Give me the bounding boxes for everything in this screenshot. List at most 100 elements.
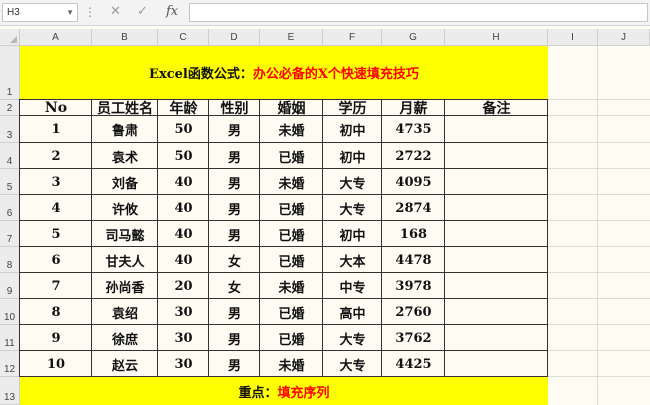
table-cell[interactable]: 已婚 — [260, 325, 323, 351]
table-cell[interactable]: 20 — [158, 273, 209, 299]
table-cell[interactable]: 中专 — [323, 273, 382, 299]
table-cell[interactable]: 9 — [20, 325, 92, 351]
table-cell[interactable]: 2760 — [382, 299, 445, 325]
table-cell[interactable]: 5 — [20, 221, 92, 247]
table-cell[interactable] — [445, 273, 548, 299]
table-cell[interactable]: 2722 — [382, 143, 445, 169]
table-cell[interactable]: 大专 — [323, 351, 382, 377]
table-cell[interactable]: 已婚 — [260, 195, 323, 221]
table-cell[interactable] — [445, 169, 548, 195]
table-cell[interactable]: 男 — [209, 299, 260, 325]
table-cell[interactable]: 徐庶 — [92, 325, 158, 351]
table-cell[interactable]: 4478 — [382, 247, 445, 273]
row-header-11[interactable]: 11 — [0, 325, 20, 351]
table-cell[interactable]: 2874 — [382, 195, 445, 221]
column-header-i[interactable]: I — [548, 29, 598, 46]
table-cell[interactable]: 司马懿 — [92, 221, 158, 247]
row-header-8[interactable]: 8 — [0, 247, 20, 273]
table-cell[interactable] — [445, 247, 548, 273]
table-cell[interactable]: 8 — [20, 299, 92, 325]
column-header-b[interactable]: B — [92, 29, 158, 46]
table-cell[interactable]: 袁绍 — [92, 299, 158, 325]
column-header-g[interactable]: G — [382, 29, 445, 46]
row-header-9[interactable]: 9 — [0, 273, 20, 299]
table-cell[interactable]: 40 — [158, 169, 209, 195]
row-header-6[interactable]: 6 — [0, 195, 20, 221]
table-cell[interactable]: 1 — [20, 116, 92, 143]
table-cell[interactable]: 初中 — [323, 116, 382, 143]
more-icon[interactable]: ⋮ — [84, 4, 96, 20]
name-box[interactable]: H3 ▼ — [2, 3, 78, 22]
table-cell[interactable]: 未婚 — [260, 116, 323, 143]
table-cell[interactable]: 4735 — [382, 116, 445, 143]
header-cell-d[interactable]: 性别 — [209, 100, 260, 117]
column-header-c[interactable]: C — [158, 29, 209, 46]
table-cell[interactable]: 40 — [158, 247, 209, 273]
row-header-10[interactable]: 10 — [0, 299, 20, 325]
table-cell[interactable]: 男 — [209, 143, 260, 169]
table-cell[interactable]: 初中 — [323, 221, 382, 247]
row-header-3[interactable]: 3 — [0, 116, 20, 143]
column-header-j[interactable]: J — [598, 29, 650, 46]
header-cell-h[interactable]: 备注 — [445, 100, 548, 117]
header-cell-f[interactable]: 学历 — [323, 100, 382, 117]
table-cell[interactable]: 赵云 — [92, 351, 158, 377]
table-cell[interactable]: 女 — [209, 247, 260, 273]
column-header-e[interactable]: E — [260, 29, 323, 46]
column-header-h[interactable]: H — [445, 29, 548, 46]
row-header-13[interactable]: 13 — [0, 377, 20, 405]
table-cell[interactable]: 高中 — [323, 299, 382, 325]
title-cell[interactable]: Excel函数公式： 办公必备的X个快速填充技巧 — [20, 46, 548, 99]
table-cell[interactable]: 鲁肃 — [92, 116, 158, 143]
table-cell[interactable] — [445, 221, 548, 247]
table-cell[interactable]: 4 — [20, 195, 92, 221]
select-all-button[interactable] — [0, 29, 20, 46]
table-cell[interactable]: 大专 — [323, 169, 382, 195]
table-cell[interactable]: 10 — [20, 351, 92, 377]
table-cell[interactable]: 已婚 — [260, 299, 323, 325]
table-cell[interactable]: 30 — [158, 299, 209, 325]
column-header-a[interactable]: A — [20, 29, 92, 46]
formula-input[interactable] — [189, 3, 648, 22]
table-cell[interactable]: 初中 — [323, 143, 382, 169]
table-cell[interactable]: 6 — [20, 247, 92, 273]
table-cell[interactable]: 未婚 — [260, 273, 323, 299]
table-cell[interactable]: 3978 — [382, 273, 445, 299]
header-cell-c[interactable]: 年龄 — [158, 100, 209, 117]
fx-icon[interactable]: fx — [166, 3, 178, 21]
table-cell[interactable]: 未婚 — [260, 351, 323, 377]
table-cell[interactable]: 男 — [209, 195, 260, 221]
table-cell[interactable]: 大专 — [323, 195, 382, 221]
table-cell[interactable]: 168 — [382, 221, 445, 247]
cancel-icon[interactable]: ✕ — [110, 3, 121, 21]
column-header-d[interactable]: D — [209, 29, 260, 46]
column-header-f[interactable]: F — [323, 29, 382, 46]
row-header-2[interactable]: 2 — [0, 100, 20, 116]
table-cell[interactable] — [445, 143, 548, 169]
table-cell[interactable]: 40 — [158, 221, 209, 247]
row-header-1[interactable]: 1 — [0, 46, 20, 100]
enter-icon[interactable]: ✓ — [137, 3, 148, 21]
row-header-4[interactable]: 4 — [0, 143, 20, 169]
table-cell[interactable] — [445, 299, 548, 325]
table-cell[interactable] — [445, 195, 548, 221]
table-cell[interactable]: 50 — [158, 143, 209, 169]
table-cell[interactable]: 已婚 — [260, 143, 323, 169]
table-cell[interactable]: 男 — [209, 116, 260, 143]
table-cell[interactable]: 3 — [20, 169, 92, 195]
table-cell[interactable]: 孙尚香 — [92, 273, 158, 299]
table-cell[interactable]: 男 — [209, 325, 260, 351]
table-cell[interactable]: 大专 — [323, 325, 382, 351]
table-cell[interactable]: 许攸 — [92, 195, 158, 221]
table-cell[interactable]: 40 — [158, 195, 209, 221]
table-cell[interactable]: 30 — [158, 351, 209, 377]
table-cell[interactable] — [445, 325, 548, 351]
table-cell[interactable]: 2 — [20, 143, 92, 169]
table-cell[interactable]: 4095 — [382, 169, 445, 195]
header-cell-a[interactable]: No — [20, 100, 92, 116]
row-header-7[interactable]: 7 — [0, 221, 20, 247]
table-cell[interactable] — [445, 351, 548, 377]
table-cell[interactable]: 未婚 — [260, 169, 323, 195]
table-cell[interactable]: 女 — [209, 273, 260, 299]
table-cell[interactable]: 50 — [158, 116, 209, 143]
